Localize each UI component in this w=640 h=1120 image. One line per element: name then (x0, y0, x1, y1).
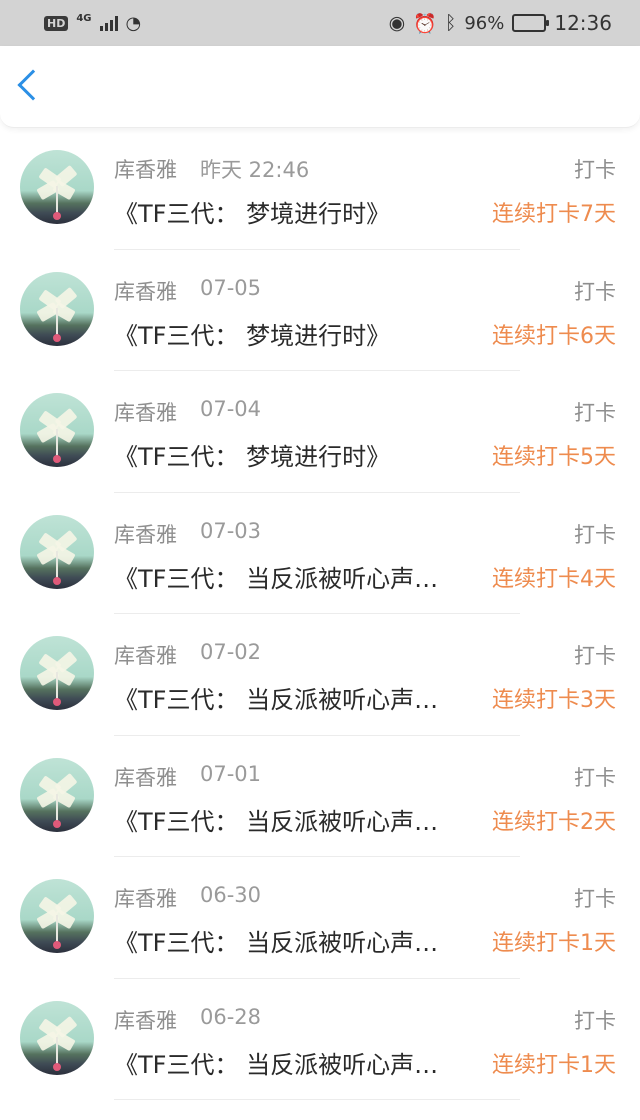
book-title: 《TF三代： 当反派被听心声… (114, 686, 439, 714)
hd-badge: HD (44, 15, 69, 31)
chevron-left-icon[interactable] (17, 69, 49, 101)
list-item[interactable]: 库香雅 06-28 《TF三代： 当反派被听心声… 打卡连续打卡1天 (0, 979, 640, 1100)
list-item[interactable]: 库香雅 07-04 《TF三代： 梦境进行时》 打卡连续打卡5天 (0, 371, 640, 493)
post-date: 07-01 (200, 761, 262, 786)
user-name: 库香雅 (114, 1008, 177, 1033)
user-name: 库香雅 (114, 765, 177, 790)
checkin-tag: 打卡 (574, 887, 616, 911)
nav-bar (0, 46, 640, 128)
status-bar-left: HD 4G ◔ (44, 13, 141, 34)
checkin-tag: 打卡 (574, 765, 616, 790)
list-item[interactable]: 库香雅 07-01 《TF三代： 当反派被听心声… 打卡连续打卡2天 (0, 736, 640, 857)
avatar[interactable] (20, 271, 94, 346)
streak-label: 连续打卡1天 (492, 1052, 616, 1078)
signal-icon (99, 15, 118, 31)
user-name: 库香雅 (114, 644, 177, 668)
user-name: 库香雅 (114, 158, 177, 182)
checkin-tag: 打卡 (574, 522, 616, 547)
post-date: 07-05 (200, 275, 262, 300)
battery-icon (512, 14, 550, 32)
avatar[interactable] (20, 514, 94, 589)
list-item[interactable]: 库香雅 昨天 22:46 《TF三代： 梦境进行时》 打卡连续打卡7天 (0, 128, 640, 250)
battery-percent: 96% (464, 12, 505, 34)
list-item[interactable]: 库香雅 07-05 《TF三代： 梦境进行时》 打卡连续打卡6天 (0, 250, 640, 371)
clock: 12:36 (554, 11, 612, 35)
avatar[interactable] (20, 1000, 94, 1075)
book-title: 《TF三代： 梦境进行时》 (114, 443, 391, 471)
user-name: 库香雅 (114, 401, 177, 425)
book-title: 《TF三代： 当反派被听心声… (114, 807, 439, 836)
streak-label: 连续打卡3天 (492, 688, 616, 713)
checkin-tag: 打卡 (574, 1008, 616, 1033)
bluetooth-icon: ᛒ (444, 12, 457, 34)
user-name: 库香雅 (114, 522, 177, 547)
streak-label: 连续打卡7天 (492, 202, 616, 227)
streak-label: 连续打卡4天 (492, 566, 616, 592)
book-title: 《TF三代： 梦境进行时》 (114, 321, 391, 350)
streak-label: 连续打卡1天 (492, 931, 616, 956)
user-name: 库香雅 (114, 887, 177, 911)
checkin-list: 库香雅 昨天 22:46 《TF三代： 梦境进行时》 打卡 连续打卡7天 库香雅 07-05… (0, 128, 640, 1100)
status-bar: HD 4G ◔ ◉ ⏰ ᛒ 96% 12:36 (0, 0, 640, 46)
network-type: 4G (76, 12, 92, 24)
book-title: 《TF三代： 梦境进行时》 (114, 200, 391, 228)
alarm-icon: ⏰ (413, 12, 437, 35)
avatar[interactable] (20, 393, 94, 467)
book-title: 《TF三代： 当反派被听心声… (114, 929, 439, 957)
book-title: 《TF三代： 当反派被听心声… (114, 564, 439, 593)
eye-icon: ◉ (388, 12, 406, 34)
post-date: 07-04 (200, 397, 262, 421)
book-title: 《TF三代： 当反派被听心声… (114, 1050, 439, 1079)
checkin-tag: 打卡 (574, 401, 616, 425)
list-item[interactable]: 库香雅 07-03 《TF三代： 当反派被听心声… 打卡连续打卡4天 (0, 493, 640, 614)
wifi-icon: ◔ (125, 12, 142, 34)
checkin-tag: 打卡 (574, 644, 616, 668)
checkin-tag: 打卡 (574, 279, 616, 304)
streak-label: 连续打卡6天 (492, 323, 616, 349)
list-item[interactable]: 库香雅 06-30 《TF三代： 当反派被听心声… 打卡连续打卡1天 (0, 857, 640, 979)
post-date: 07-02 (200, 640, 262, 664)
avatar[interactable] (20, 757, 94, 832)
avatar[interactable] (20, 636, 94, 710)
avatar[interactable] (20, 150, 94, 224)
streak-label: 连续打卡5天 (492, 445, 616, 470)
avatar[interactable] (20, 879, 94, 953)
divider (114, 1099, 520, 1100)
status-bar-right: ◉ ⏰ ᛒ 96% 12:36 (389, 11, 612, 35)
streak-label: 连续打卡2天 (492, 809, 616, 835)
list-item[interactable]: 库香雅 07-02 《TF三代： 当反派被听心声… 打卡连续打卡3天 (0, 614, 640, 736)
checkin-tag: 打卡 (574, 158, 616, 182)
post-date: 06-28 (200, 1004, 262, 1029)
post-date: 昨天 22:46 (200, 158, 310, 182)
post-date: 06-30 (200, 883, 262, 907)
user-name: 库香雅 (114, 279, 177, 304)
post-date: 07-03 (200, 518, 262, 543)
